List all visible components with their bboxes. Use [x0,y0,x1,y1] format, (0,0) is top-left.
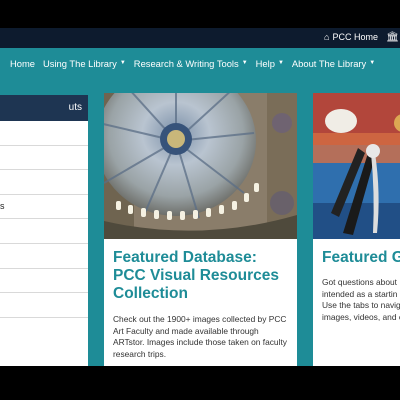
nav-item-about-the-library[interactable]: About The Library ▼ [288,58,379,69]
nav-item-label: Research & Writing Tools [133,57,239,69]
utility-bar: ⌂ PCC Home 🏛 [0,28,400,48]
main-content: uts s Featured Database: PCC Visual Reso… [0,78,400,366]
card-description-line: Got questions about [322,277,397,287]
nav-item-using-the-library[interactable]: Using The Library ▼ [39,58,130,69]
quick-links-panel: uts s [0,95,88,366]
quick-link-item[interactable] [0,146,88,171]
featured-guide-card[interactable]: Featured Gu Got questions about intended… [313,93,400,366]
card-title[interactable]: Featured Database: PCC Visual Resources … [104,239,297,303]
quick-link-item[interactable] [0,219,88,244]
feathers-artwork-photo[interactable] [313,93,400,239]
card-title[interactable]: Featured Gu [313,239,400,267]
card-description: Check out the 1900+ images collected by … [113,314,287,359]
nav-item-help[interactable]: Help ▼ [252,58,288,69]
nav-item-research-writing-tools[interactable]: Research & Writing Tools ▼ [130,58,252,69]
pcc-home-label: PCC Home [332,32,378,42]
main-nav: Home Using The Library ▼ Research & Writi… [0,48,400,78]
pcc-home-link[interactable]: ⌂ PCC Home [324,32,378,42]
quick-links-heading: uts [0,95,88,121]
quick-link-item[interactable] [0,121,88,146]
nav-item-label: Help [255,57,275,69]
quick-link-item[interactable] [0,293,88,318]
card-description-line: Use the tabs to navig [322,300,400,310]
quick-link-item[interactable] [0,170,88,195]
featured-database-card[interactable]: Featured Database: PCC Visual Resources … [104,93,297,366]
quick-link-item[interactable]: s [0,195,88,220]
quick-link-item[interactable] [0,244,88,269]
bottom-letterbox [0,366,400,400]
home-icon: ⌂ [324,32,330,42]
mosque-dome-photo[interactable] [104,93,297,239]
bank-icon[interactable]: 🏛 [386,32,399,43]
caret-down-icon: ▼ [369,60,376,66]
card-description-line: images, videos, and c [322,311,400,322]
quick-link-item[interactable] [0,269,88,294]
nav-item-label: Using The Library [43,57,117,69]
nav-item-label: About The Library [291,57,367,69]
card-description: Got questions about intended as a starti… [313,267,400,323]
nav-item-home[interactable]: Home [6,58,39,69]
caret-down-icon: ▼ [277,60,284,66]
caret-down-icon: ▼ [241,60,248,66]
card-description-line: intended as a startin [322,288,398,299]
nav-item-label: Home [10,57,36,69]
caret-down-icon: ▼ [119,60,126,66]
